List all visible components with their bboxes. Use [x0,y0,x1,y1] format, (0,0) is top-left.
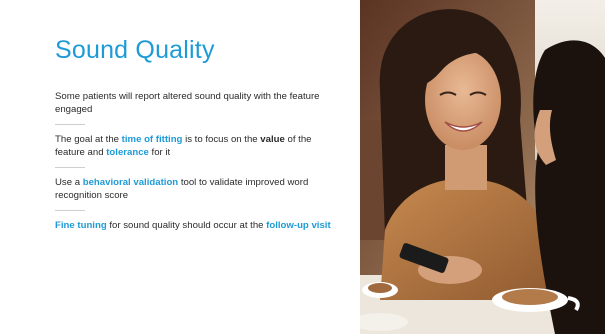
separator [55,167,85,168]
text-panel: Sound Quality Some patients will report … [0,0,360,334]
bold-text: value [260,134,285,145]
highlight-text: tolerance [106,147,149,158]
highlight-text: time of fitting [121,134,183,145]
text-segment: for sound quality should occur at the [106,220,267,231]
paragraph-3: Use a behavioral validation tool to vali… [55,176,340,202]
bullet-list: Some patients will report altered sound … [55,90,340,232]
paragraph-1: Some patients will report altered sound … [55,90,340,116]
highlight-text: behavioral validation [82,177,179,188]
text-segment: for it [148,147,171,158]
highlight-text: follow-up visit [266,220,331,231]
paragraph-4: Fine tuning for sound quality should occ… [55,219,340,232]
slide-title: Sound Quality [55,36,215,64]
two-women-cafe-photo [360,0,605,334]
paragraph-2: The goal at the time of fitting is to fo… [55,133,340,159]
text-segment: is to focus on the [182,134,261,145]
text-segment: Some patients will report altered sound … [55,91,320,115]
slide: Sound Quality Some patients will report … [0,0,605,334]
text-segment: The goal at the [55,134,122,145]
highlight-text: Fine tuning [55,220,107,231]
text-segment: Use a [55,177,83,188]
separator [55,210,85,211]
separator [55,124,85,125]
